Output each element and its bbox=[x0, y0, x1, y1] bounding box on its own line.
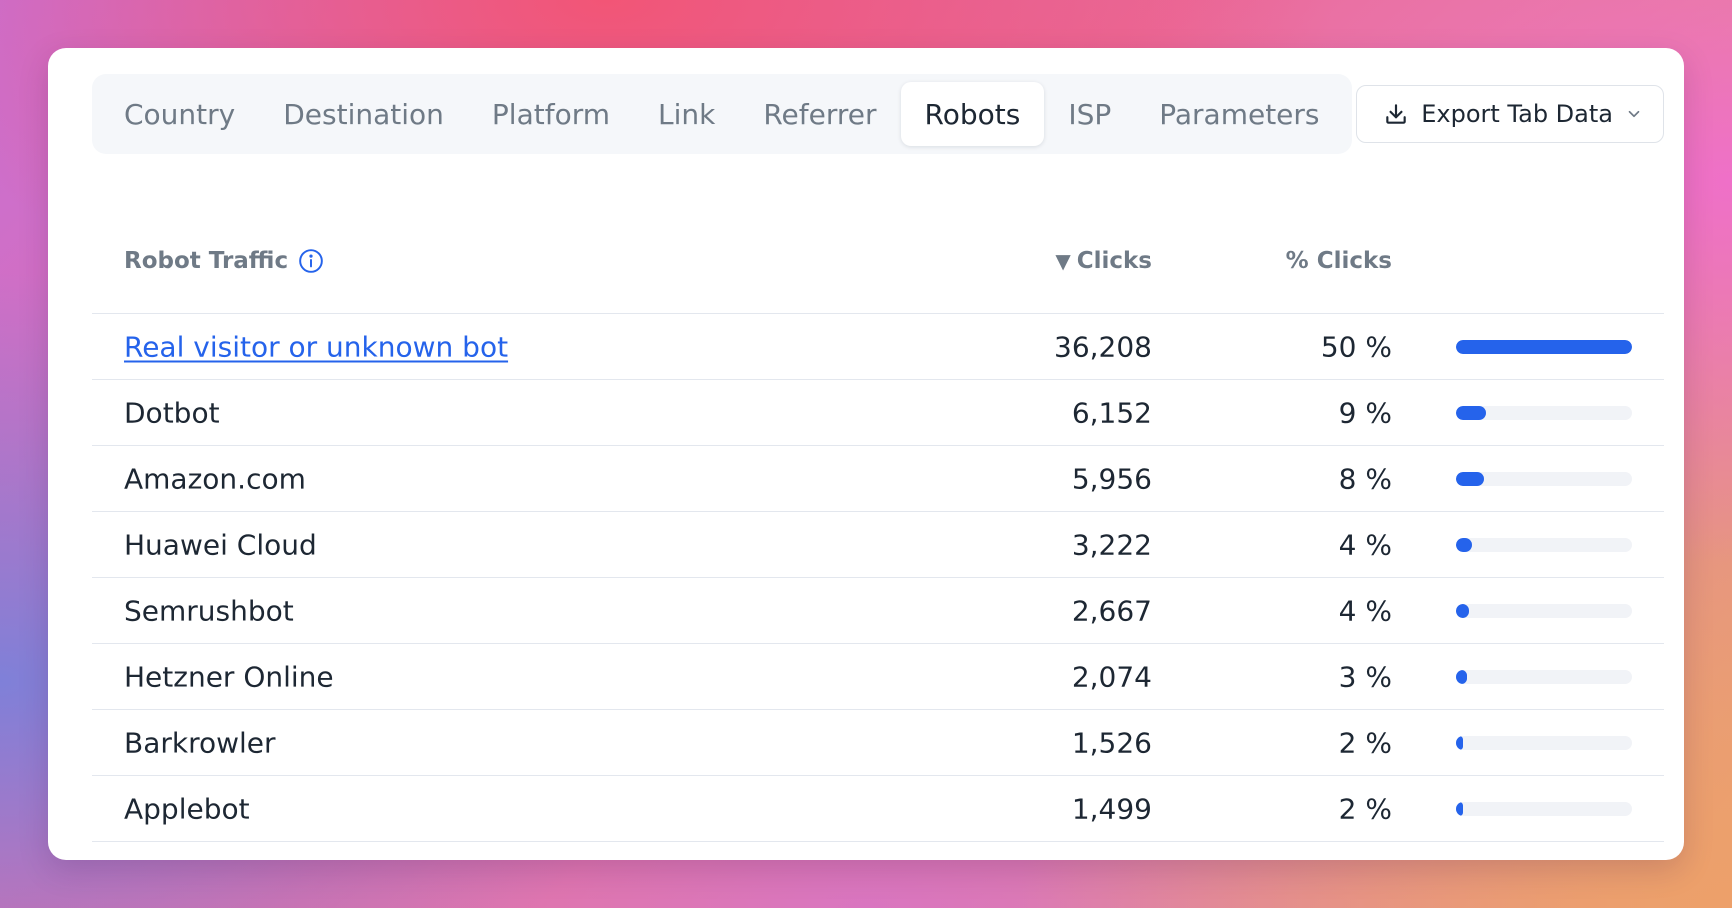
share-bar bbox=[1456, 735, 1632, 750]
row-percent: 9 % bbox=[1338, 396, 1392, 429]
chevron-down-icon bbox=[1625, 105, 1643, 123]
tab-country[interactable]: Country bbox=[100, 82, 259, 146]
share-bar-fill bbox=[1456, 471, 1485, 486]
row-clicks: 6,152 bbox=[1071, 396, 1152, 429]
table-row[interactable]: Amazon.com 5,956 8 % bbox=[92, 446, 1664, 512]
row-percent: 2 % bbox=[1338, 726, 1392, 759]
row-percent: 8 % bbox=[1338, 462, 1392, 495]
info-icon[interactable] bbox=[298, 248, 324, 274]
robot-traffic-table: Robot Traffic ▼ Clicks % Clicks Real visi… bbox=[92, 208, 1664, 860]
row-name: Semrushbot bbox=[124, 594, 294, 627]
table-row[interactable]: Hetzner Online 2,074 3 % bbox=[92, 644, 1664, 710]
share-bar bbox=[1456, 669, 1632, 684]
tab-link[interactable]: Link bbox=[634, 82, 739, 146]
row-name: Hetzner Online bbox=[124, 660, 334, 693]
row-clicks: 2,667 bbox=[1071, 594, 1152, 627]
share-bar-fill bbox=[1456, 801, 1464, 816]
row-name: Amazon.com bbox=[124, 462, 306, 495]
export-label: Export Tab Data bbox=[1421, 100, 1613, 128]
row-name-cell: Applebot bbox=[124, 792, 250, 825]
share-bar-fill bbox=[1456, 603, 1470, 618]
share-bar bbox=[1456, 471, 1632, 486]
table-row[interactable]: Mj12bot 1,453 2 % bbox=[92, 842, 1664, 861]
share-bar-fill bbox=[1456, 339, 1632, 354]
row-clicks: 36,208 bbox=[1054, 330, 1152, 363]
tab-destination[interactable]: Destination bbox=[259, 82, 468, 146]
table-row[interactable]: Real visitor or unknown bot 36,208 50 % bbox=[92, 314, 1664, 380]
tab-referrer[interactable]: Referrer bbox=[739, 82, 900, 146]
share-bar bbox=[1456, 405, 1632, 420]
share-bar bbox=[1456, 801, 1632, 816]
row-name-cell: Mj12bot bbox=[124, 859, 237, 861]
share-bar bbox=[1456, 537, 1632, 552]
row-name-cell: Barkrowler bbox=[124, 726, 276, 759]
row-percent: 50 % bbox=[1320, 330, 1392, 363]
row-clicks: 1,526 bbox=[1071, 726, 1152, 759]
table-row[interactable]: Barkrowler 1,526 2 % bbox=[92, 710, 1664, 776]
tab-isp[interactable]: ISP bbox=[1044, 82, 1135, 146]
row-percent: 4 % bbox=[1338, 528, 1392, 561]
row-name: Mj12bot bbox=[124, 859, 237, 861]
row-percent: 2 % bbox=[1338, 792, 1392, 825]
share-bar bbox=[1456, 339, 1632, 354]
row-name-cell: Dotbot bbox=[124, 396, 220, 429]
table-header: Robot Traffic ▼ Clicks % Clicks bbox=[92, 208, 1664, 314]
row-name: Huawei Cloud bbox=[124, 528, 317, 561]
row-name-link[interactable]: Real visitor or unknown bot bbox=[124, 330, 508, 363]
robots-panel: Country Destination Platform Link Referr… bbox=[48, 48, 1684, 860]
row-percent: 3 % bbox=[1338, 660, 1392, 693]
tab-platform[interactable]: Platform bbox=[468, 82, 634, 146]
row-percent: 2 % bbox=[1339, 859, 1392, 861]
row-clicks: 5,956 bbox=[1071, 462, 1152, 495]
table-row[interactable]: Applebot 1,499 2 % bbox=[92, 776, 1664, 842]
share-bar-fill bbox=[1456, 669, 1467, 684]
tab-robots[interactable]: Robots bbox=[900, 82, 1045, 146]
row-percent: 4 % bbox=[1338, 594, 1392, 627]
header-robot-traffic[interactable]: Robot Traffic bbox=[124, 248, 324, 274]
export-tab-data-button[interactable]: Export Tab Data bbox=[1356, 85, 1664, 143]
share-bar-fill bbox=[1456, 735, 1464, 750]
tab-parameters[interactable]: Parameters bbox=[1135, 82, 1343, 146]
share-bar-fill bbox=[1456, 537, 1472, 552]
row-clicks: 1,499 bbox=[1071, 792, 1152, 825]
table-row[interactable]: Huawei Cloud 3,222 4 % bbox=[92, 512, 1664, 578]
row-clicks: 1,453 bbox=[1072, 859, 1152, 861]
table-body: Real visitor or unknown bot 36,208 50 % Dot… bbox=[92, 314, 1664, 860]
row-name-cell: Amazon.com bbox=[124, 462, 306, 495]
row-name: Barkrowler bbox=[124, 726, 276, 759]
share-bar bbox=[1456, 603, 1632, 618]
sort-desc-icon: ▼ bbox=[1055, 248, 1071, 273]
row-clicks: 3,222 bbox=[1071, 528, 1152, 561]
row-name-cell: Real visitor or unknown bot bbox=[124, 330, 508, 363]
row-name-cell: Semrushbot bbox=[124, 594, 294, 627]
table-row[interactable]: Semrushbot 2,667 4 % bbox=[92, 578, 1664, 644]
table-row[interactable]: Dotbot 6,152 9 % bbox=[92, 380, 1664, 446]
share-bar-fill bbox=[1456, 405, 1486, 420]
download-icon bbox=[1383, 101, 1409, 127]
row-clicks: 2,074 bbox=[1071, 660, 1152, 693]
header-percent-clicks[interactable]: % Clicks bbox=[1286, 248, 1392, 274]
row-name: Dotbot bbox=[124, 396, 220, 429]
row-name-cell: Hetzner Online bbox=[124, 660, 334, 693]
row-name: Applebot bbox=[124, 792, 250, 825]
tab-bar: Country Destination Platform Link Referr… bbox=[92, 74, 1352, 154]
header-clicks-sort[interactable]: ▼ Clicks bbox=[1055, 248, 1152, 274]
row-name-cell: Huawei Cloud bbox=[124, 528, 317, 561]
